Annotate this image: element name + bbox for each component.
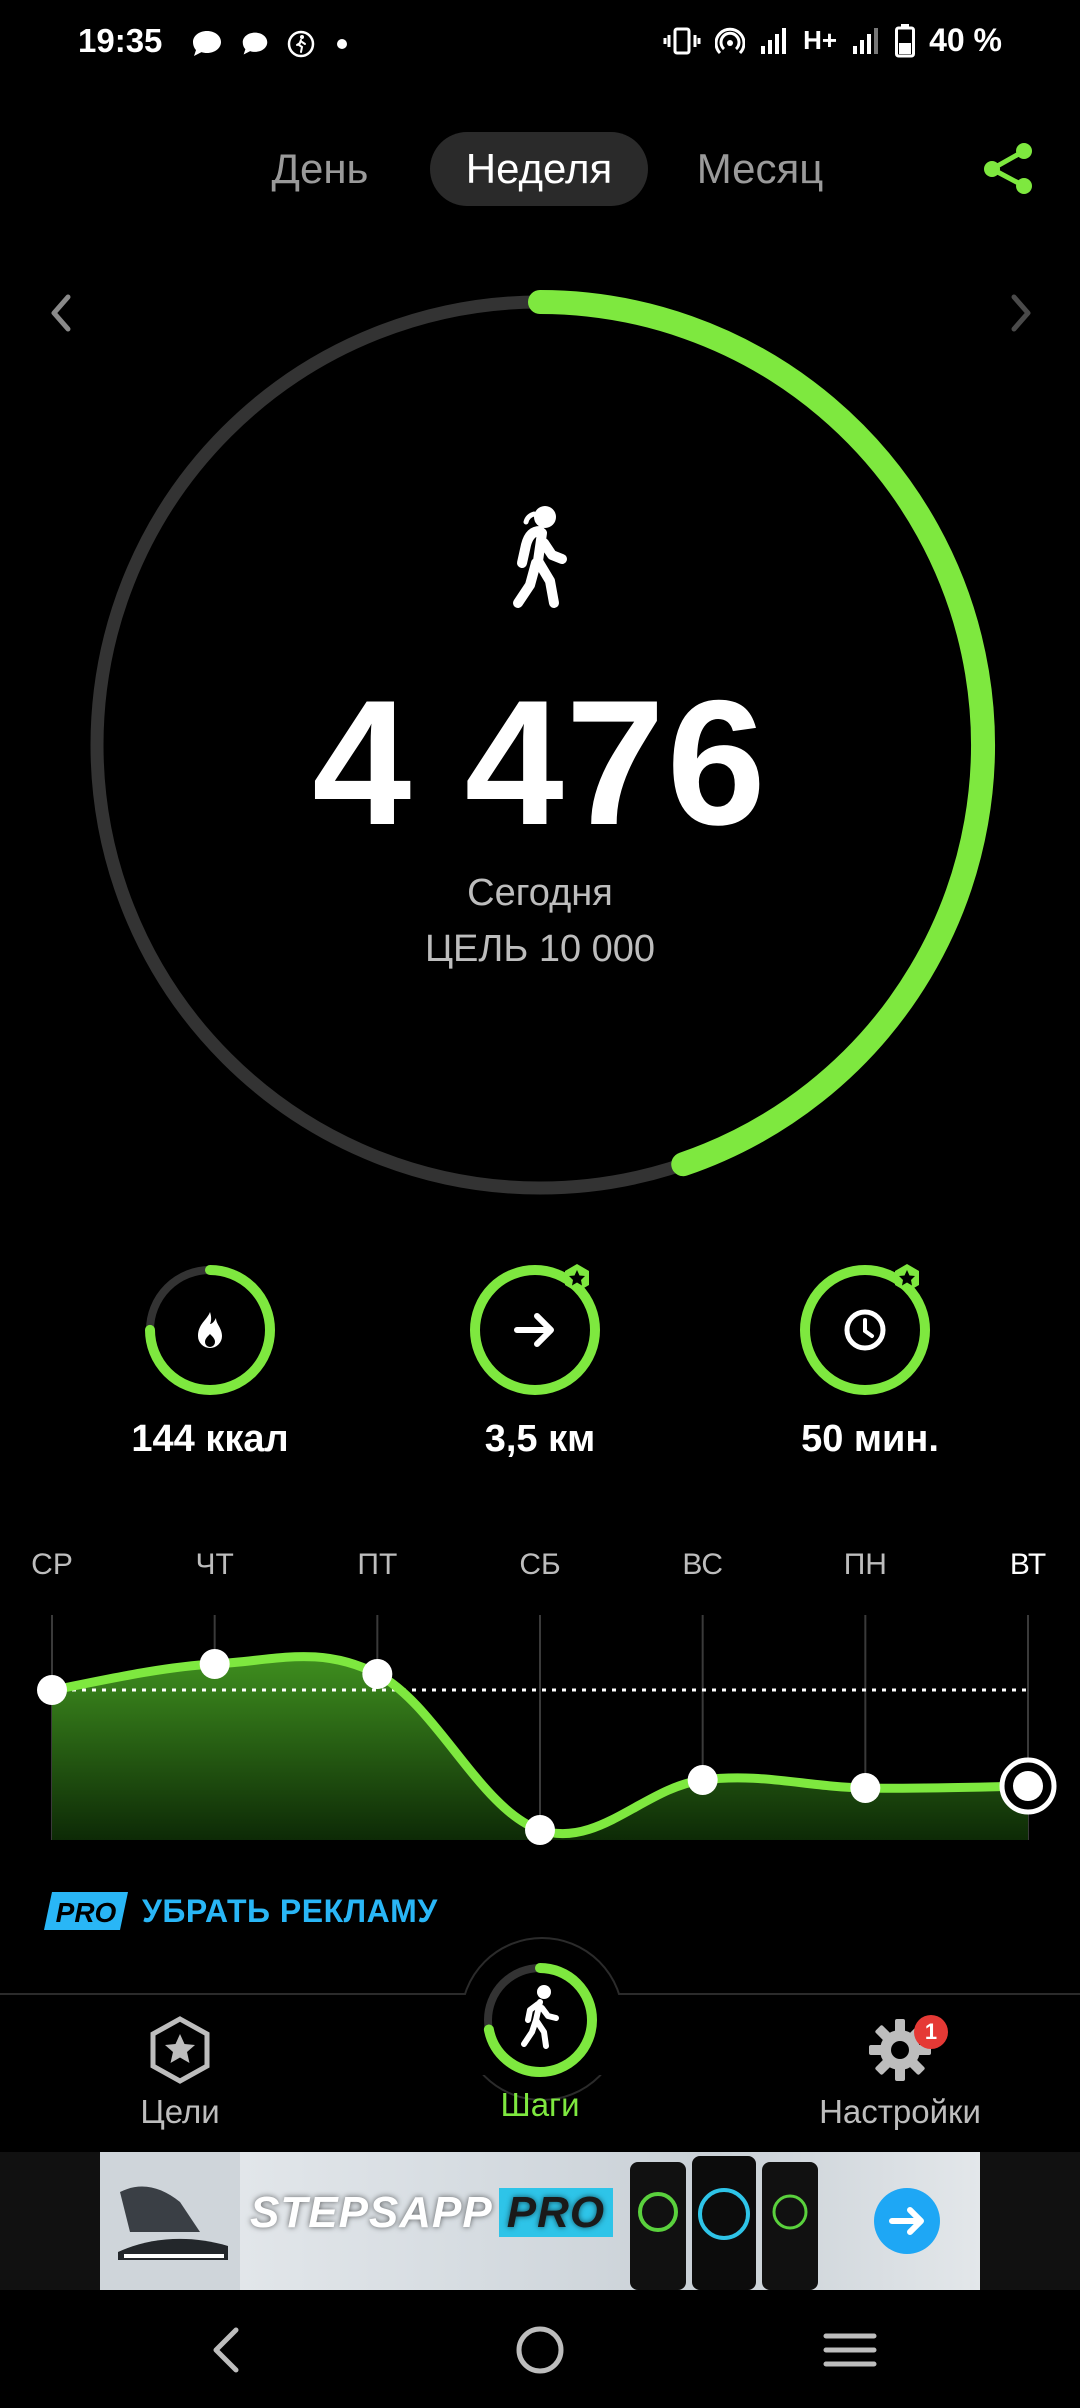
back-icon[interactable]: [198, 2320, 258, 2380]
ad-brand-suffix: PRO: [498, 2188, 614, 2237]
calories-value: 144 ккал: [131, 1418, 289, 1460]
calories-metric[interactable]: 144 ккал: [110, 1260, 310, 1461]
star-badge-icon: [150, 2016, 210, 2084]
star-badge-icon: [895, 1264, 919, 1292]
home-icon[interactable]: [510, 2320, 570, 2380]
runner-shoe-image: [100, 2152, 240, 2290]
nav-settings[interactable]: 1 Настройки: [800, 2015, 1000, 2131]
star-badge-icon: [565, 1264, 589, 1292]
steps-progress-ring: [90, 290, 995, 1195]
weekly-steps-chart: [37, 1615, 1057, 1845]
ad-content[interactable]: STEPSAPP PRO: [100, 2152, 980, 2290]
chart-point: [362, 1659, 393, 1689]
pro-badge: PRO: [44, 1892, 128, 1930]
app-phones-image: [630, 2156, 818, 2290]
distance-value: 3,5 км: [484, 1418, 596, 1460]
duration-value: 50 мин.: [801, 1418, 939, 1460]
duration-metric[interactable]: 50 мин.: [770, 1260, 970, 1461]
chart-point-current-dot: [1013, 1771, 1043, 1801]
ad-banner[interactable]: STEPSAPP PRO: [0, 2152, 1080, 2290]
recents-icon[interactable]: [820, 2320, 880, 2380]
chart-point: [850, 1773, 881, 1803]
flame-icon: [198, 1312, 222, 1348]
nav-steps-label: Шаги: [500, 2086, 580, 2123]
chart-point: [525, 1815, 555, 1845]
arrow-right-icon: [514, 1313, 554, 1347]
steps-count: 4 476: [312, 663, 768, 862]
chart-point: [687, 1765, 718, 1795]
ad-brand: STEPSAPP: [250, 2188, 493, 2237]
distance-metric[interactable]: 3,5 км: [440, 1260, 640, 1461]
nav-settings-label: Настройки: [819, 2093, 981, 2130]
steps-app-screen: 19:35 H+ 40 % День Неделя Месяц 4 476 Се…: [0, 0, 1080, 2408]
goal-label: ЦЕЛЬ 10 000: [424, 928, 656, 970]
settings-badge: 1: [914, 2015, 948, 2049]
distance-ring: [470, 1264, 600, 1395]
nav-steps[interactable]: Шаги: [470, 1950, 610, 2124]
nav-goals[interactable]: Цели: [110, 2015, 250, 2131]
duration-ring: [800, 1264, 930, 1395]
arrow-circle-icon[interactable]: [872, 2186, 942, 2256]
remove-ads-label: УБРАТЬ РЕКЛАМУ: [142, 1892, 438, 1929]
period-label: Сегодня: [467, 872, 613, 914]
calories-ring: [145, 1265, 275, 1395]
remove-ads-link[interactable]: PRO УБРАТЬ РЕКЛАМУ: [44, 1890, 438, 1932]
ad-title: STEPSAPP PRO: [250, 2188, 614, 2238]
nav-goals-label: Цели: [140, 2093, 220, 2130]
chart-point: [199, 1649, 230, 1679]
clock-icon: [844, 1309, 886, 1351]
walking-person-icon: [513, 506, 567, 608]
walking-icon: [521, 1985, 559, 2049]
chart-point: [37, 1675, 67, 1705]
system-navigation: [0, 2290, 1080, 2408]
steps-nav-ring: [483, 1963, 597, 2077]
pro-badge-label: PRO: [56, 1897, 117, 1928]
